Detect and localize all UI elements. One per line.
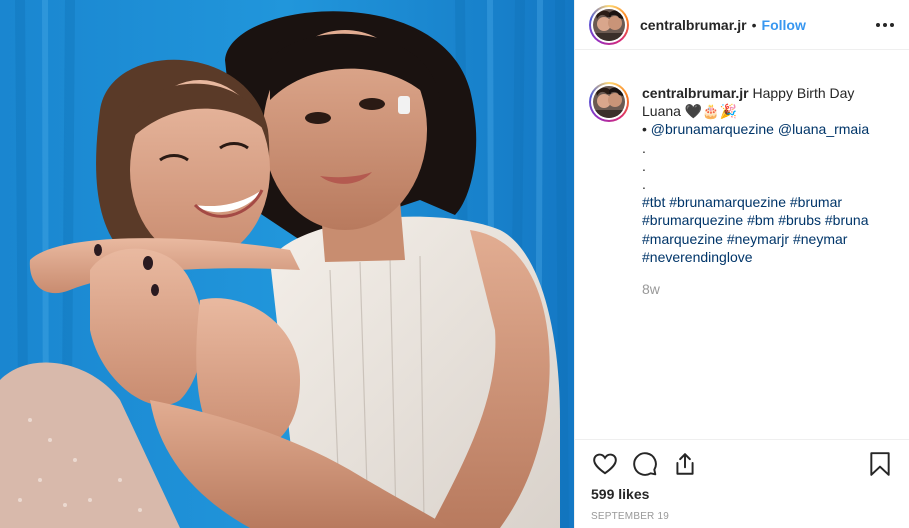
hashtags-line: #marquezine #neymarjr #neymar bbox=[642, 230, 878, 248]
follow-button[interactable]: Follow bbox=[762, 17, 806, 33]
caption-dot: . bbox=[642, 139, 646, 156]
caption-text-line2: Luana bbox=[642, 103, 681, 120]
hashtag-link[interactable]: #bruna bbox=[825, 212, 869, 228]
separator-dot: • bbox=[751, 16, 757, 33]
hashtags-line: #neverendinglove bbox=[642, 248, 878, 266]
hashtag-link[interactable]: #brumarquezine bbox=[642, 212, 743, 228]
hashtag-link[interactable]: #brumar bbox=[790, 194, 842, 210]
caption-dot: . bbox=[642, 176, 646, 193]
hashtag-link[interactable]: #neymarjr bbox=[727, 231, 789, 247]
comments-section: centralbrumar.jr Happy Birth Day Luana 🖤… bbox=[575, 66, 909, 436]
post-date[interactable]: September 19 bbox=[591, 511, 894, 522]
action-bar bbox=[591, 440, 894, 488]
mention-link[interactable]: @brunamarquezine bbox=[651, 121, 774, 137]
mention-link[interactable]: @luana_rmaia bbox=[778, 121, 869, 137]
hashtag-link[interactable]: #brubs bbox=[778, 212, 821, 228]
hashtag-link[interactable]: #tbt bbox=[642, 194, 665, 210]
avatar-image bbox=[593, 86, 625, 118]
actions-section: 599 likes September 19 bbox=[575, 439, 909, 522]
photo-illustration bbox=[0, 0, 574, 528]
caption-body: centralbrumar.jr Happy Birth Day Luana 🖤… bbox=[642, 84, 878, 298]
heart-icon[interactable] bbox=[591, 450, 619, 478]
hashtag-link[interactable]: #brunamarquezine bbox=[669, 194, 786, 210]
hashtags-line: #tbt #brunamarquezine #brumar bbox=[642, 193, 878, 211]
more-options-icon[interactable] bbox=[876, 16, 894, 34]
caption-username[interactable]: centralbrumar.jr bbox=[642, 85, 749, 101]
hashtag-link[interactable]: #neverendinglove bbox=[642, 249, 753, 265]
bookmark-icon[interactable] bbox=[866, 450, 894, 478]
caption-mentions: • @brunamarquezine @luana_rmaia bbox=[642, 120, 878, 138]
likes-count[interactable]: 599 likes bbox=[591, 486, 894, 502]
post-side-panel: centralbrumar.jr • Follow centralbrumar.… bbox=[574, 0, 909, 528]
author-username[interactable]: centralbrumar.jr bbox=[640, 17, 747, 33]
bullet: • bbox=[642, 121, 647, 138]
post-header: centralbrumar.jr • Follow bbox=[575, 0, 909, 50]
hashtag-link[interactable]: #marquezine bbox=[642, 231, 723, 247]
share-icon[interactable] bbox=[671, 450, 699, 478]
caption-comment: centralbrumar.jr Happy Birth Day Luana 🖤… bbox=[589, 66, 894, 298]
post-photo[interactable] bbox=[0, 0, 574, 528]
caption-timestamp[interactable]: 8w bbox=[642, 280, 878, 298]
hashtag-link[interactable]: #bm bbox=[747, 212, 774, 228]
caption-dot: . bbox=[642, 157, 646, 174]
instagram-post: centralbrumar.jr • Follow centralbrumar.… bbox=[0, 0, 909, 528]
caption-emojis: 🖤🎂🎉 bbox=[684, 103, 738, 120]
caption-text-line1: Happy Birth Day bbox=[752, 85, 855, 101]
caption-avatar[interactable] bbox=[589, 82, 629, 122]
avatar-image bbox=[593, 8, 625, 41]
hashtags-line: #brumarquezine #bm #brubs #bruna bbox=[642, 211, 878, 229]
hashtag-link[interactable]: #neymar bbox=[793, 231, 847, 247]
author-avatar[interactable] bbox=[589, 4, 629, 45]
comment-icon[interactable] bbox=[631, 450, 659, 478]
